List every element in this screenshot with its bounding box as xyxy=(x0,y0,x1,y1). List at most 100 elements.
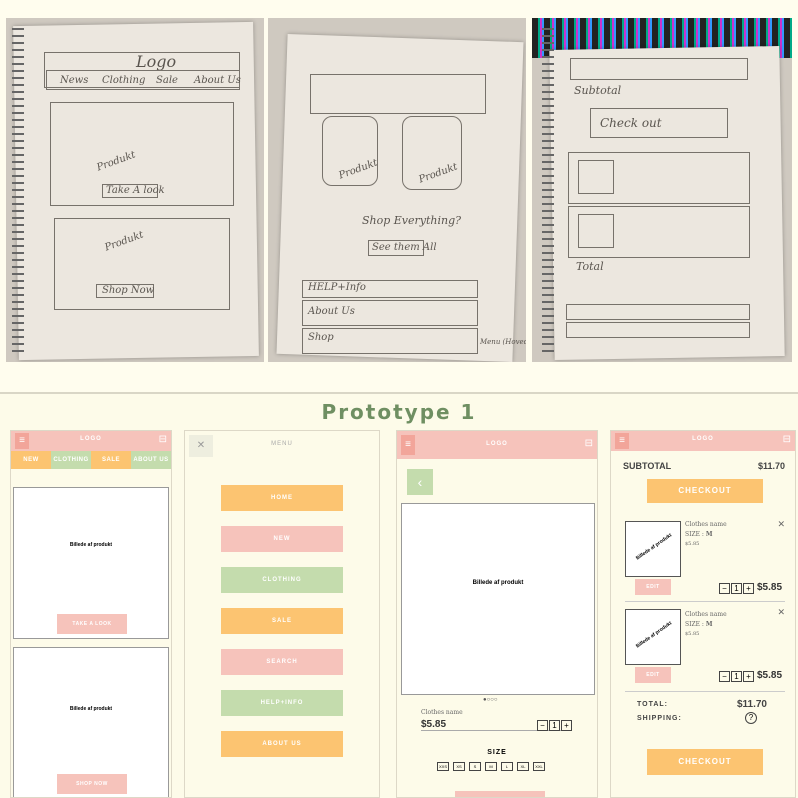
quantity-stepper[interactable]: − 1 + xyxy=(537,720,573,731)
sketch-nav-2: Clothing xyxy=(102,75,146,86)
sketch-logo: Logo xyxy=(136,52,177,71)
decrement-button[interactable]: − xyxy=(719,671,730,682)
size-option[interactable]: XL xyxy=(517,762,529,771)
shop-now-button[interactable]: SHOP NOW xyxy=(57,774,127,794)
increment-button[interactable]: + xyxy=(743,671,754,682)
quantity-value: 1 xyxy=(549,720,560,731)
menu-sale[interactable]: SALE xyxy=(221,608,343,634)
menu-help-info[interactable]: HELP+INFO xyxy=(221,690,343,716)
help-icon[interactable]: ? xyxy=(745,712,757,724)
size-label: SIZE : xyxy=(685,621,704,628)
cart-item-name: Clothes name xyxy=(685,611,727,618)
sketch-note: Menu (Hoved menu) xyxy=(480,338,526,346)
quantity-stepper[interactable]: − 1 + xyxy=(719,583,755,594)
size-selector: XXS XS S M L XL XXL xyxy=(437,762,545,771)
cart-icon[interactable]: ⊟ xyxy=(783,434,791,445)
quantity-value: 1 xyxy=(731,583,742,594)
add-to-cart-button[interactable] xyxy=(455,791,545,797)
size-option[interactable]: XXL xyxy=(533,762,545,771)
size-option[interactable]: S xyxy=(469,762,481,771)
header: ≡ LOGO ⊟ xyxy=(611,431,795,451)
sketch-photo-menu: Produkt Produkt Shop Everything? See the… xyxy=(268,18,526,362)
sketch-row-2-label: About Us xyxy=(308,306,355,317)
cart-item-size: SIZE : M xyxy=(685,531,713,538)
menu-new[interactable]: NEW xyxy=(221,526,343,552)
cart-item-price: $5.85 xyxy=(757,582,783,593)
decrement-button[interactable]: − xyxy=(719,583,730,594)
remove-item-icon[interactable]: ✕ xyxy=(777,607,785,618)
size-option[interactable]: XS xyxy=(453,762,465,771)
product-image-label: Billede af produkt xyxy=(472,580,524,586)
sketch-checkout-label: Check out xyxy=(600,116,662,130)
sketch-nav-1: News xyxy=(60,75,89,86)
sketch-row-b xyxy=(566,322,750,338)
sketch-row xyxy=(566,304,750,320)
size-option[interactable]: XXS xyxy=(437,762,449,771)
quantity-stepper[interactable]: − 1 + xyxy=(719,671,755,682)
menu-title: MENU xyxy=(271,441,293,447)
checkout-button-bottom[interactable]: CHECKOUT xyxy=(647,749,763,775)
product-image: Billede af produkt xyxy=(401,503,595,695)
sketch-header xyxy=(570,58,748,80)
sketch-cart-image-2 xyxy=(578,214,614,248)
total-value: $11.70 xyxy=(736,699,767,710)
decrement-button[interactable]: − xyxy=(537,720,548,731)
nav-clothing[interactable]: CLOTHING xyxy=(51,451,91,469)
size-option[interactable]: M xyxy=(485,762,497,771)
screen-product: ≡ LOGO ⊟ ‹ Billede af produkt ●○○○ Cloth… xyxy=(396,430,598,798)
header: ≡ LOGO ⊟ xyxy=(11,431,171,451)
sketch-photo-home: Logo News Clothing Sale About Us Produkt… xyxy=(6,18,264,362)
nav-new[interactable]: NEW xyxy=(11,451,51,469)
screen-menu: ✕ MENU HOME NEW CLOTHING SALE SEARCH HEL… xyxy=(184,430,380,798)
back-button[interactable]: ‹ xyxy=(407,469,433,495)
nav-sale[interactable]: SALE xyxy=(91,451,131,469)
subtotal-label: SUBTOTAL xyxy=(623,461,672,471)
sketch-cart-image-1 xyxy=(578,160,614,194)
sketch-card-2-btn-label: Shop Now xyxy=(102,285,155,296)
sketch-photo-cart: Subtotal Check out Total xyxy=(532,18,792,362)
sketch-photos: Logo News Clothing Sale About Us Produkt… xyxy=(0,0,798,392)
sketch-row-1-label: HELP+Info xyxy=(308,282,366,293)
menu-clothing[interactable]: CLOTHING xyxy=(221,567,343,593)
quantity-value: 1 xyxy=(731,671,742,682)
menu-home[interactable]: HOME xyxy=(221,485,343,511)
cart-item-price: $5.85 xyxy=(757,670,783,681)
divider xyxy=(625,601,785,602)
size-option[interactable]: L xyxy=(501,762,513,771)
sketch-subtotal: Subtotal xyxy=(574,84,622,97)
increment-button[interactable]: + xyxy=(561,720,572,731)
checkout-button[interactable]: CHECKOUT xyxy=(647,479,763,503)
remove-item-icon[interactable]: ✕ xyxy=(777,519,785,530)
logo: LOGO xyxy=(486,441,508,447)
product-card-1: Billede af produkt TAKE A LOOK xyxy=(13,487,169,639)
sketch-nav-4: About Us xyxy=(194,75,241,86)
sketch-nav-3: Sale xyxy=(156,75,178,86)
subtotal-value: $11.70 xyxy=(757,461,785,471)
edit-button[interactable]: EDIT xyxy=(635,579,671,595)
sketch-card-1-btn-label: Take A look xyxy=(106,185,165,196)
cart-item-name: Clothes name xyxy=(685,521,727,528)
carousel-dots[interactable]: ●○○○ xyxy=(483,697,498,703)
logo: LOGO xyxy=(692,436,714,442)
shipping-label: SHIPPING: xyxy=(637,715,682,722)
header: ≡ LOGO ⊟ xyxy=(397,431,597,459)
edit-button[interactable]: EDIT xyxy=(635,667,671,683)
menu-about-us[interactable]: ABOUT US xyxy=(221,731,343,757)
size-label: SIZE xyxy=(487,749,507,756)
logo: LOGO xyxy=(80,436,102,442)
increment-button[interactable]: + xyxy=(743,583,754,594)
cart-icon[interactable]: ⊟ xyxy=(585,438,593,449)
cart-item-image: Billede af produkt xyxy=(625,521,681,577)
menu-search[interactable]: SEARCH xyxy=(221,649,343,675)
divider xyxy=(625,691,785,692)
take-a-look-button[interactable]: TAKE A LOOK xyxy=(57,614,127,634)
cart-item-image: Billede af produkt xyxy=(625,609,681,665)
nav-about-us[interactable]: ABOUT US xyxy=(131,451,171,469)
size-label: SIZE : xyxy=(685,531,704,538)
sketch-see-btn-label: See them All xyxy=(372,242,437,253)
sketch-row-3-label: Shop xyxy=(308,332,334,343)
cart-item-size: SIZE : M xyxy=(685,621,713,628)
nav-bar: NEW CLOTHING SALE ABOUT US xyxy=(11,451,171,469)
size-value: M xyxy=(705,621,713,628)
cart-icon[interactable]: ⊟ xyxy=(159,434,167,445)
